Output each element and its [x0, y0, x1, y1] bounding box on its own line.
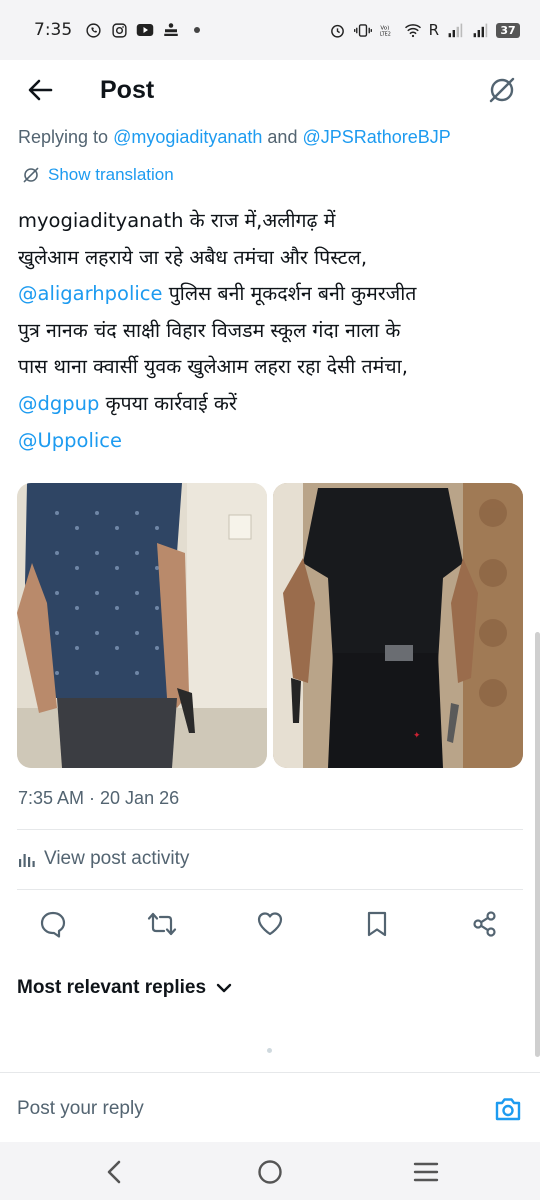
signal-icon [446, 21, 464, 39]
show-translation-link[interactable]: Show translation [22, 165, 174, 185]
carrier-indicator: R [428, 21, 439, 39]
share-button[interactable] [463, 902, 507, 946]
youtube-icon [136, 21, 154, 39]
grok-icon [23, 167, 39, 183]
page-title: Post [100, 75, 155, 104]
post-line-6: @dgpup कृपया कार्रवाई करें [18, 386, 526, 423]
loading-indicator [267, 1048, 272, 1053]
home-circle-icon [258, 1160, 282, 1184]
camera-button[interactable] [490, 1091, 526, 1127]
back-button[interactable] [20, 70, 60, 110]
divider [17, 829, 523, 830]
repost-icon [147, 912, 177, 936]
post-line-5: पास थाना क्वार्सी युवक खुलेआम लहरा रहा द… [18, 355, 408, 379]
repost-button[interactable] [140, 902, 184, 946]
nav-back-button[interactable] [94, 1152, 134, 1192]
view-post-activity-link[interactable]: View post activity [18, 848, 189, 870]
reply-button[interactable] [31, 902, 75, 946]
post-line-4: पुत्र नानक चंद साक्षी विहार विजडम स्कूल … [18, 318, 401, 342]
post-actions [0, 900, 540, 948]
nav-recents-button[interactable] [406, 1152, 446, 1192]
replies-sort-label: Most relevant replies [17, 977, 207, 998]
post-text: myogiadityanath के राज में,अलीगढ़ में खु… [18, 203, 526, 459]
mention-uppolice[interactable]: @Uppolice [18, 429, 122, 452]
reply-input[interactable]: Post your reply [17, 1098, 144, 1120]
post-photo-2[interactable]: ✦ [273, 483, 523, 768]
divider [17, 889, 523, 890]
instagram-icon [110, 21, 128, 39]
volte-icon: Vo) LTE2 [379, 21, 397, 39]
app-header: Post [0, 60, 540, 120]
camera-icon [495, 1098, 521, 1121]
menu-lines-icon [413, 1162, 439, 1182]
replying-and: and [262, 127, 303, 147]
status-right: Vo) LTE2 R 37 [329, 21, 520, 39]
svg-text:✦: ✦ [413, 731, 421, 741]
wifi-icon [404, 21, 422, 39]
reply-mention-myogiadityanath[interactable]: @myogiadityanath [113, 127, 262, 147]
replying-to: Replying to @myogiadityanath and @JPSRat… [18, 127, 451, 148]
mention-dgpup[interactable]: @dgpup [18, 392, 99, 415]
alarm-icon [329, 21, 347, 39]
battery-icon: 37 [496, 22, 520, 38]
vibrate-icon [353, 21, 372, 39]
system-nav-bar [0, 1142, 540, 1200]
post-line-2: खुलेआम लहराये जा रहे अबैध तमंचा और पिस्ट… [18, 245, 368, 269]
signal-icon-2 [471, 21, 489, 39]
post-line-1: myogiadityanath के राज में,अलीगढ़ में [18, 209, 336, 232]
reply-mention-jpsrathorebjp[interactable]: @JPSRathoreBJP [302, 127, 450, 147]
heart-icon [257, 912, 283, 936]
bookmark-icon [367, 911, 387, 937]
post-photo-1[interactable] [17, 483, 267, 768]
status-time: 7:35 [34, 20, 73, 40]
svg-text:Vo): Vo) [380, 25, 389, 31]
arrow-left-icon [28, 79, 53, 101]
post-line-3: @aligarhpolice पुलिस बनी मूकदर्शन बनी कु… [18, 276, 526, 313]
show-translation-label: Show translation [48, 165, 174, 184]
post-line-6-text: कृपया कार्रवाई करें [99, 391, 237, 415]
mention-aligarhpolice[interactable]: @aligarhpolice [18, 282, 163, 305]
dot-icon [188, 21, 206, 39]
post-line-3-text: पुलिस बनी मूकदर्शन बनी कुमरजीत [162, 282, 417, 306]
scrollbar[interactable] [535, 632, 540, 1057]
app-notification-icon [162, 21, 180, 39]
whatsapp-icon [84, 21, 102, 39]
nav-home-button[interactable] [250, 1152, 290, 1192]
reply-composer: Post your reply [0, 1072, 540, 1142]
bookmark-button[interactable] [355, 902, 399, 946]
status-left: 7:35 [34, 20, 206, 40]
chevron-down-icon [216, 983, 232, 993]
comment-icon [40, 911, 66, 938]
post-media: ✦ [17, 483, 523, 768]
grok-icon [489, 77, 515, 103]
grok-button[interactable] [482, 70, 522, 110]
share-icon [473, 911, 496, 937]
post-timestamp: 7:35 AM · 20 Jan 26 [18, 788, 180, 808]
analytics-icon [19, 854, 35, 867]
post-line-7: @Uppolice [18, 423, 526, 460]
status-bar: 7:35 Vo) LTE2 R 37 [0, 0, 540, 60]
chevron-left-icon [107, 1160, 121, 1184]
svg-text:LTE2: LTE2 [379, 32, 390, 38]
replies-sort-dropdown[interactable]: Most relevant replies [17, 977, 232, 999]
replying-label: Replying to [18, 127, 114, 147]
like-button[interactable] [248, 902, 292, 946]
view-post-activity-label: View post activity [44, 848, 190, 869]
